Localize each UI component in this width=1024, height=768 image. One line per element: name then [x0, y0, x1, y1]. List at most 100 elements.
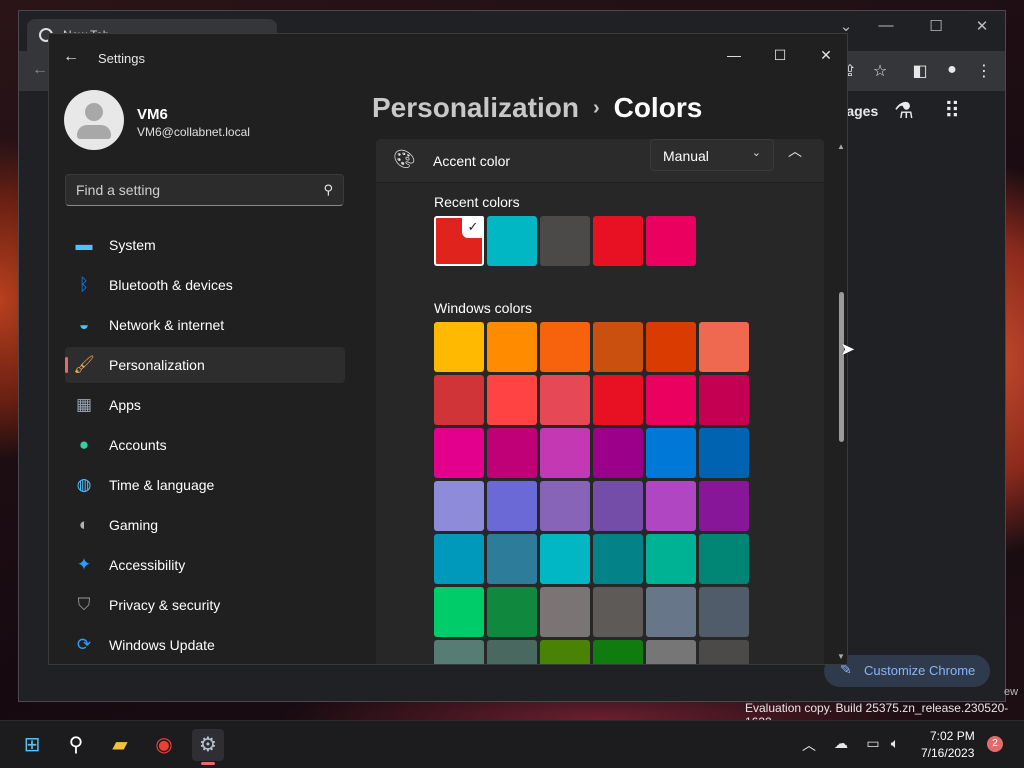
color-swatch[interactable] [434, 587, 484, 637]
close-button[interactable]: ✕ [803, 40, 847, 70]
color-swatch[interactable] [434, 428, 484, 478]
search-icon[interactable]: ⚲ [323, 182, 333, 198]
color-swatch[interactable] [487, 534, 537, 584]
color-swatch[interactable] [434, 534, 484, 584]
color-swatch[interactable] [699, 322, 749, 372]
nav-item-time-language[interactable]: ◍ Time & language [65, 467, 345, 503]
profile-icon[interactable]: ● [941, 61, 963, 79]
color-swatch[interactable] [487, 375, 537, 425]
volume-icon[interactable]: 🔈︎ [884, 735, 906, 752]
color-swatch[interactable] [646, 481, 696, 531]
color-swatch[interactable] [593, 428, 643, 478]
nav-label: System [109, 237, 156, 253]
color-swatch[interactable] [699, 640, 749, 664]
nav-item-accessibility[interactable]: ✦ Accessibility [65, 547, 345, 583]
labs-flask-icon[interactable]: ⚗ [894, 98, 914, 124]
chrome-menu-icon[interactable]: ⋮ [973, 61, 995, 81]
color-swatch[interactable] [646, 216, 696, 266]
onedrive-cloud-icon[interactable]: ☁ [830, 735, 852, 752]
color-swatch[interactable]: ✓ [434, 216, 484, 266]
color-swatch[interactable] [540, 216, 590, 266]
color-swatch[interactable] [593, 640, 643, 664]
color-swatch[interactable] [487, 216, 537, 266]
network-icon[interactable]: ▭ [862, 735, 884, 752]
accent-color-row[interactable]: 🎨︎ Accent color Manual ⌄ ︿ [376, 139, 824, 182]
color-swatch[interactable] [487, 481, 537, 531]
nav-item-personalization[interactable]: 🖌 Personalization [65, 347, 345, 383]
scroll-up-icon[interactable]: ▲ [837, 142, 845, 151]
clock-time[interactable]: 7:02 PM [930, 729, 975, 743]
maximize-button[interactable]: ☐ [757, 40, 803, 70]
google-apps-icon[interactable]: ⠿ [944, 98, 960, 124]
color-swatch[interactable] [540, 428, 590, 478]
notification-badge[interactable]: 2 [987, 736, 1003, 752]
bookmark-star-icon[interactable]: ☆ [869, 61, 891, 81]
color-swatch[interactable] [593, 534, 643, 584]
color-swatch[interactable] [699, 587, 749, 637]
color-swatch[interactable] [487, 640, 537, 664]
color-swatch[interactable] [593, 375, 643, 425]
color-swatch[interactable] [646, 375, 696, 425]
nav-item-system[interactable]: ▬ System [65, 227, 345, 263]
chrome-minimize-button[interactable]: — [871, 17, 901, 34]
accent-mode-dropdown[interactable]: Manual ⌄ [650, 139, 774, 171]
color-swatch[interactable] [540, 322, 590, 372]
start-windows-icon[interactable]: ⊞ [16, 729, 48, 761]
taskbar-search-icon[interactable]: ⚲ [60, 729, 92, 761]
color-swatch[interactable] [487, 322, 537, 372]
scroll-thumb[interactable] [839, 292, 844, 442]
breadcrumb-parent[interactable]: Personalization [372, 92, 579, 123]
page-title: Colors [613, 92, 703, 123]
color-swatch[interactable] [699, 481, 749, 531]
nav-item-privacy[interactable]: ⛉ Privacy & security [65, 587, 345, 623]
color-swatch[interactable] [434, 481, 484, 531]
color-swatch[interactable] [646, 640, 696, 664]
nav-item-network[interactable]: ◒ Network & internet [65, 307, 345, 343]
scrollbar[interactable]: ▲ ▼ [836, 142, 846, 662]
side-panel-icon[interactable]: ◧ [909, 61, 931, 81]
search-input[interactable] [66, 175, 306, 205]
back-arrow-icon[interactable]: ← [63, 48, 79, 66]
color-swatch[interactable] [593, 481, 643, 531]
color-swatch[interactable] [540, 587, 590, 637]
color-swatch[interactable] [540, 375, 590, 425]
color-swatch[interactable] [593, 587, 643, 637]
color-swatch[interactable] [646, 322, 696, 372]
color-swatch[interactable] [593, 322, 643, 372]
color-swatch[interactable] [540, 481, 590, 531]
search-box[interactable]: ⚲ [65, 174, 344, 206]
color-swatch[interactable] [540, 640, 590, 664]
chevron-up-icon[interactable]: ︿ [788, 141, 802, 161]
color-swatch[interactable] [434, 375, 484, 425]
color-swatch[interactable] [646, 428, 696, 478]
color-swatch[interactable] [487, 587, 537, 637]
scroll-down-icon[interactable]: ▼ [837, 652, 845, 661]
color-swatch[interactable] [434, 322, 484, 372]
nav-item-accounts[interactable]: ● Accounts [65, 427, 345, 463]
chrome-close-button[interactable]: ✕ [967, 17, 997, 35]
color-swatch[interactable] [699, 375, 749, 425]
color-swatch[interactable] [699, 428, 749, 478]
color-swatch[interactable] [434, 640, 484, 664]
clock-date[interactable]: 7/16/2023 [921, 746, 974, 760]
color-swatch[interactable] [646, 534, 696, 584]
nav-item-apps[interactable]: ▦ Apps [65, 387, 345, 423]
color-swatch[interactable] [646, 587, 696, 637]
color-swatch[interactable] [487, 428, 537, 478]
color-swatch[interactable] [593, 216, 643, 266]
globe-clock-icon: ◍ [76, 475, 92, 494]
nav-item-bluetooth[interactable]: ᛒ Bluetooth & devices [65, 267, 345, 303]
customize-chrome-button[interactable]: ✎ Customize Chrome [824, 655, 990, 687]
monitor-icon: ▬ [75, 235, 93, 254]
tray-chevron-up-icon[interactable]: ︿ [798, 735, 820, 755]
nav-item-windows-update[interactable]: ⟳ Windows Update [65, 627, 345, 663]
file-explorer-icon[interactable]: ▰ [104, 729, 136, 761]
avatar[interactable] [64, 90, 124, 150]
nav-item-gaming[interactable]: ◐ Gaming [65, 507, 345, 543]
chrome-maximize-button[interactable]: ☐ [921, 17, 951, 35]
color-swatch[interactable] [699, 534, 749, 584]
color-swatch[interactable] [540, 534, 590, 584]
settings-gear-icon[interactable]: ⚙ [192, 729, 224, 765]
minimize-button[interactable]: — [711, 40, 757, 70]
chrome-icon[interactable]: ◉ [148, 729, 180, 761]
